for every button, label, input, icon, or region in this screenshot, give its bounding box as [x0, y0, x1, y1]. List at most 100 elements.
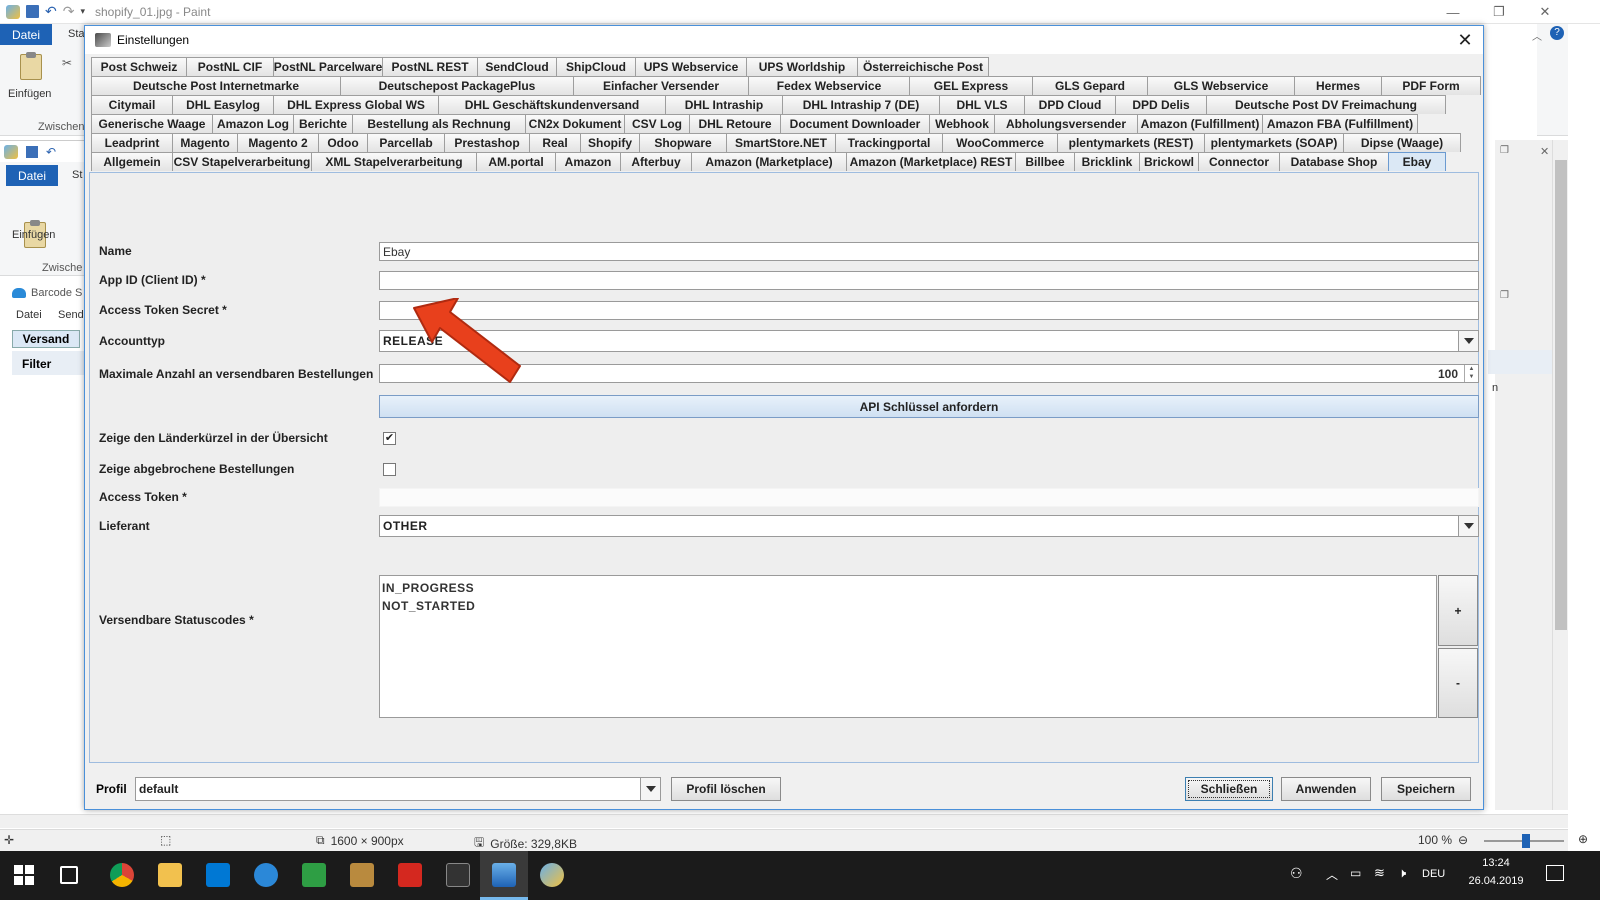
vscode-icon[interactable] [206, 863, 230, 887]
tab-dipse-waage[interactable]: Dipse (Waage) [1343, 133, 1461, 152]
tab-smartstore-net[interactable]: SmartStore.NET [726, 133, 836, 152]
tab-bestellung-als-rechnung[interactable]: Bestellung als Rechnung [352, 114, 526, 133]
restore-icon-2[interactable]: ❐ [1500, 290, 1509, 301]
tab-ups-worldship[interactable]: UPS Worldship [746, 57, 858, 76]
minimize-icon[interactable]: — [1430, 0, 1476, 24]
tab-fedex-webservice[interactable]: Fedex Webservice [748, 76, 910, 95]
barcode-filter-label[interactable]: Filter [12, 351, 86, 375]
cut-icon[interactable]: ✂ [62, 56, 72, 70]
tab-postnl-parcelware[interactable]: PostNL Parcelware [273, 57, 383, 76]
tab-csv-stapelverarbeitung[interactable]: CSV Stapelverarbeitung [172, 152, 312, 171]
tab-cn2x-dokument[interactable]: CN2x Dokument [525, 114, 625, 133]
tab-postnl-cif[interactable]: PostNL CIF [186, 57, 274, 76]
spreadsheet-icon[interactable] [302, 863, 326, 887]
help-icon[interactable]: ? [1550, 26, 1564, 40]
tab-dpd-cloud[interactable]: DPD Cloud [1024, 95, 1116, 114]
tab-odoo[interactable]: Odoo [318, 133, 368, 152]
tab-real[interactable]: Real [529, 133, 581, 152]
tab-am-portal[interactable]: AM.portal [476, 152, 556, 171]
horizontal-scrollbar[interactable] [0, 814, 1568, 828]
tab-gel-express[interactable]: GEL Express [909, 76, 1033, 95]
paint-file-tab[interactable]: Datei [0, 24, 52, 45]
zoom-in-icon[interactable]: ⊕ [1578, 832, 1588, 846]
tab-dpd-delis[interactable]: DPD Delis [1115, 95, 1207, 114]
zoom-out-icon[interactable]: ⊖ [1458, 833, 1468, 847]
tab-leadprint[interactable]: Leadprint [91, 133, 173, 152]
archive-icon[interactable] [350, 863, 374, 887]
tab-deutsche-post-internetmarke[interactable]: Deutsche Post Internetmarke [91, 76, 341, 95]
tab-woocommerce[interactable]: WooCommerce [942, 133, 1058, 152]
maximize-icon[interactable]: ❐ [1476, 0, 1522, 24]
tab-amazon-marketplace[interactable]: Amazon (Marketplace) [691, 152, 847, 171]
delete-profile-button[interactable]: Profil löschen [671, 777, 781, 801]
tab-shopware[interactable]: Shopware [639, 133, 727, 152]
paint-start-tab[interactable]: Sta [68, 28, 85, 40]
tab-plentymarkets-rest[interactable]: plentymarkets (REST) [1057, 133, 1205, 152]
tab-postnl-rest[interactable]: PostNL REST [382, 57, 478, 76]
barcode-tab-versand[interactable]: Versand [12, 330, 80, 348]
tab-billbee[interactable]: Billbee [1015, 152, 1075, 171]
clock-time[interactable]: 13:24 [1466, 857, 1526, 869]
tab-connector[interactable]: Connector [1198, 152, 1280, 171]
inner-paste-label[interactable]: Einfügen [12, 229, 55, 241]
tab-deutsche-post-dv-freimachung[interactable]: Deutsche Post DV Freimachung [1206, 95, 1446, 114]
inner-file-tab[interactable]: Datei [6, 165, 58, 186]
tab-dhl-vls[interactable]: DHL VLS [939, 95, 1025, 114]
tab-dhl-retoure[interactable]: DHL Retoure [689, 114, 781, 133]
file-explorer-icon[interactable] [158, 863, 182, 887]
tab-amazon[interactable]: Amazon [555, 152, 621, 171]
tab-österreichische-post[interactable]: Österreichische Post [857, 57, 989, 76]
dialog-close-icon[interactable]: ✕ [1453, 28, 1477, 52]
status-code-item[interactable]: IN_PROGRESS [382, 579, 1434, 597]
name-field[interactable]: Ebay [379, 242, 1479, 261]
add-status-button[interactable]: + [1438, 575, 1478, 646]
tray-chevron-icon[interactable]: ︿ [1326, 866, 1338, 883]
clock-date[interactable]: 26.04.2019 [1460, 875, 1532, 887]
show-country-checkbox[interactable]: ✔ [383, 432, 396, 445]
tab-ebay[interactable]: Ebay [1388, 152, 1446, 171]
tab-document-downloader[interactable]: Document Downloader [780, 114, 930, 133]
close-icon[interactable]: ✕ [1522, 0, 1568, 24]
tab-brickowl[interactable]: Brickowl [1139, 152, 1199, 171]
tab-berichte[interactable]: Berichte [293, 114, 353, 133]
task-view-icon[interactable] [60, 866, 78, 884]
tab-citymail[interactable]: Citymail [91, 95, 173, 114]
undo-icon[interactable]: ↶ [45, 3, 57, 20]
tab-dhl-intraship-7-de[interactable]: DHL Intraship 7 (DE) [782, 95, 940, 114]
spinner-arrows-icon[interactable]: ▲ ▼ [1464, 365, 1478, 382]
language-indicator[interactable]: DEU [1422, 868, 1445, 880]
pdf-icon[interactable] [398, 863, 422, 887]
app-id-field[interactable] [379, 271, 1479, 290]
remove-status-button[interactable]: - [1438, 648, 1478, 718]
terminal-icon[interactable] [446, 863, 470, 887]
tab-magento[interactable]: Magento [172, 133, 238, 152]
paste-icon[interactable] [20, 52, 42, 80]
teamviewer-icon[interactable] [254, 863, 278, 887]
accounttyp-select[interactable]: RELEASE [379, 330, 1479, 352]
inner-save-icon[interactable] [26, 146, 38, 158]
wifi-icon[interactable]: ≋ [1374, 865, 1385, 881]
paste-label[interactable]: Einfügen [8, 88, 51, 100]
tab-allgemein[interactable]: Allgemein [91, 152, 173, 171]
tab-parcellab[interactable]: Parcellab [367, 133, 445, 152]
tab-shopify[interactable]: Shopify [580, 133, 640, 152]
tab-amazon-fba-fulfillment[interactable]: Amazon FBA (Fulfillment) [1262, 114, 1418, 133]
tab-amazon-marketplace-rest[interactable]: Amazon (Marketplace) REST [846, 152, 1016, 171]
status-code-item[interactable]: NOT_STARTED [382, 597, 1434, 615]
inner-undo-icon[interactable]: ↶ [46, 145, 56, 159]
tab-magento-2[interactable]: Magento 2 [237, 133, 319, 152]
chevron-down-icon[interactable] [640, 778, 660, 800]
tab-deutschepost-packageplus[interactable]: Deutschepost PackagePlus [340, 76, 574, 95]
save-icon[interactable] [26, 5, 39, 18]
tab-csv-log[interactable]: CSV Log [624, 114, 690, 133]
close-icon-bg[interactable]: ✕ [1540, 145, 1549, 158]
max-orders-spinner[interactable]: 100 ▲ ▼ [379, 364, 1479, 383]
access-token-secret-field[interactable] [379, 301, 1479, 320]
scrollbar-thumb[interactable] [1555, 160, 1567, 630]
start-button-icon[interactable] [14, 865, 34, 885]
tab-dhl-easylog[interactable]: DHL Easylog [172, 95, 274, 114]
tab-einfacher-versender[interactable]: Einfacher Versender [573, 76, 749, 95]
tab-shipcloud[interactable]: ShipCloud [556, 57, 636, 76]
tab-dhl-express-global-ws[interactable]: DHL Express Global WS [273, 95, 439, 114]
tab-hermes[interactable]: Hermes [1294, 76, 1382, 95]
